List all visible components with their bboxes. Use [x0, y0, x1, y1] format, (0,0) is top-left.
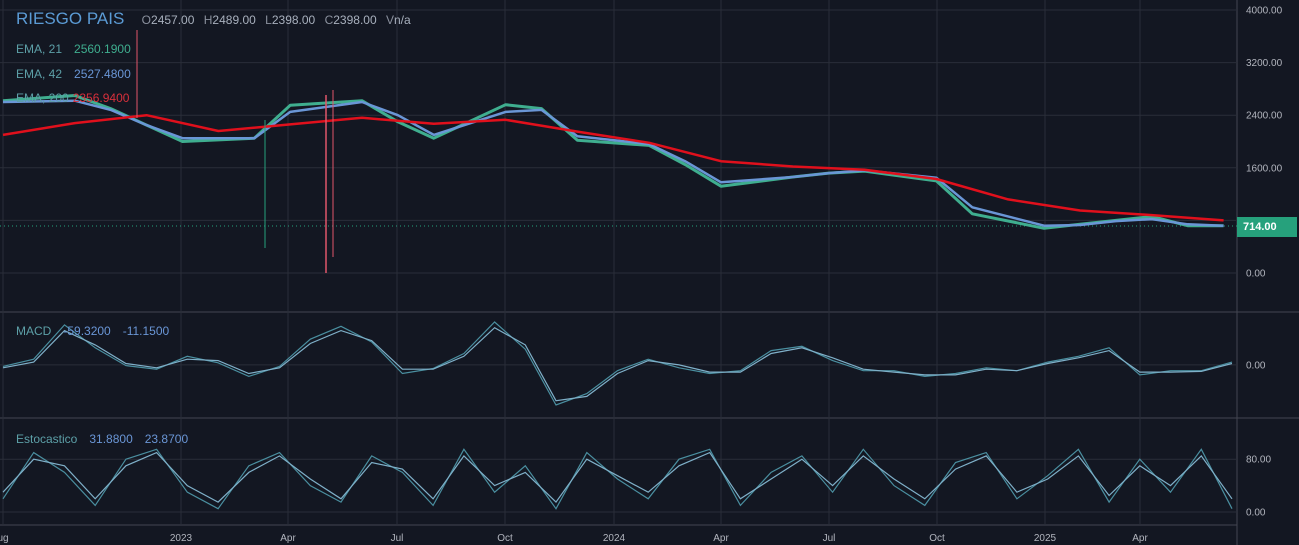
- y-tick-label: 3200.00: [1246, 58, 1283, 69]
- volume-label: V: [385, 13, 394, 27]
- stoch-value-1: 31.8800: [89, 432, 133, 446]
- x-tick-label: Oct: [497, 533, 513, 544]
- macd-legend[interactable]: MACD -59.3200 -11.1500: [16, 324, 169, 338]
- y-tick-label: 2400.00: [1246, 111, 1283, 122]
- x-tick-label: Apr: [1132, 533, 1148, 544]
- chart-canvas[interactable]: ug 2023 Apr Jul Oct 2024 Apr Jul Oct 2025 Apr 4000.…: [0, 0, 1299, 545]
- symbol-title: RIESGO PAIS: [16, 9, 125, 28]
- y-tick-label: 0.00: [1246, 269, 1266, 280]
- close-value: 2398.00: [333, 13, 377, 27]
- x-tick-label: Oct: [929, 533, 945, 544]
- macd-label: MACD: [16, 324, 52, 338]
- y-tick-label: 4000.00: [1246, 6, 1283, 17]
- x-tick-label: Jul: [391, 533, 404, 544]
- high-value: 2489.00: [212, 13, 256, 27]
- y-tick-label: 1600.00: [1246, 163, 1283, 174]
- macd-value-2: -11.1500: [122, 324, 170, 338]
- x-tick-label: 2024: [603, 533, 626, 544]
- symbol-legend: RIESGO PAIS O2457.00 H2489.00 L2398.00 C…: [16, 9, 417, 29]
- x-tick-label: Apr: [280, 533, 296, 544]
- open-label: O: [141, 13, 152, 27]
- series-line-%d: [2, 451, 1233, 504]
- macd-value-1: -59.3200: [63, 324, 111, 338]
- stoch-legend[interactable]: Estocastico 31.8800 23.8700: [16, 432, 188, 446]
- series-line-ema-42: [2, 99, 1224, 227]
- low-label: L: [265, 13, 272, 27]
- y-tick-label: 0.00: [1246, 360, 1266, 371]
- series-line-signal: [2, 326, 1233, 402]
- ema200-label: EMA, 200: [16, 91, 69, 105]
- ema42-label: EMA, 42: [16, 67, 63, 81]
- ema200-legend[interactable]: EMA, 200 2356.9400: [16, 91, 129, 105]
- close-label: C: [324, 13, 334, 27]
- y-tick-label: 80.00: [1246, 455, 1271, 466]
- x-tick-label: Apr: [713, 533, 729, 544]
- low-value: 2398.00: [271, 13, 316, 27]
- volume-value: n/a: [394, 13, 411, 27]
- ema21-value: 2560.1900: [74, 42, 131, 56]
- stoch-label: Estocastico: [16, 432, 78, 446]
- x-tick-label: 2023: [170, 533, 193, 544]
- last-price-tag: 714.00: [1237, 217, 1297, 237]
- ema42-legend[interactable]: EMA, 42 2527.4800: [16, 67, 131, 81]
- ema21-label: EMA, 21: [16, 42, 63, 56]
- y-tick-label: 0.00: [1246, 508, 1266, 519]
- x-tick-label: ug: [0, 533, 9, 544]
- open-value: 2457.00: [151, 13, 195, 27]
- x-tick-label: 2025: [1034, 533, 1057, 544]
- stoch-value-2: 23.8700: [144, 432, 189, 446]
- x-tick-label: Jul: [823, 533, 836, 544]
- ema42-value: 2527.4800: [74, 67, 131, 81]
- ema21-legend[interactable]: EMA, 21 2560.1900: [16, 42, 131, 56]
- ema200-value: 2356.9400: [72, 91, 130, 105]
